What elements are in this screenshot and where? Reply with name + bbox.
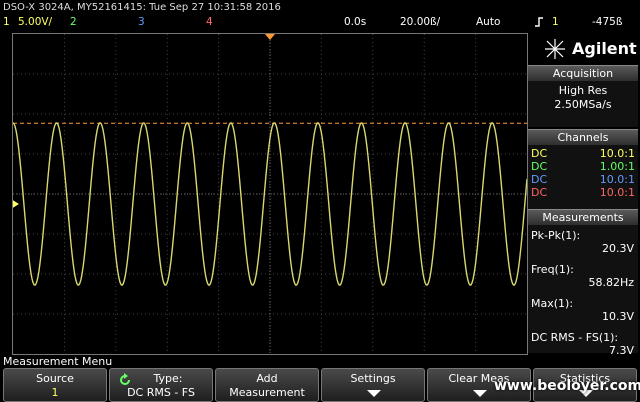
time-scale[interactable]: 20.00ß/ (400, 16, 440, 28)
measurement-label: Pk-Pk(1): (531, 229, 581, 242)
add-measurement-softkey[interactable]: Add Measurement (215, 368, 319, 402)
channel-coupling: DC (531, 186, 548, 199)
acquisition-mode: High Res (558, 84, 608, 97)
graticule (13, 34, 527, 354)
softkey-label-2: Measurement (229, 386, 305, 399)
softkey-label: Settings (350, 372, 396, 385)
trigger-level[interactable]: -475ß (592, 16, 622, 28)
channels-panel[interactable]: Channels DC 10.0:1 DC 1.00:1 DC 10.0:1 D… (528, 129, 638, 209)
type-softkey[interactable]: Type: DC RMS - FS (109, 368, 213, 402)
menu-title: Measurement Menu (3, 355, 113, 368)
brand-name: Agilent (572, 39, 637, 58)
measurement-value: 7.3V (608, 344, 634, 357)
ch2-number[interactable]: 2 (70, 16, 77, 28)
measurement-value: 58.82Hz (588, 276, 634, 289)
softkey-label: Type: (153, 372, 183, 385)
channel-coupling: DC (531, 173, 548, 186)
channel-probe: 10.0:1 (599, 147, 635, 160)
agilent-spark-icon (545, 39, 565, 59)
acquisition-heading: Acquisition (528, 65, 638, 81)
waveform-display[interactable] (12, 33, 528, 355)
measurement-value: 20.3V (601, 242, 634, 255)
measurements-heading: Measurements (528, 209, 638, 225)
rising-edge-icon (534, 16, 544, 31)
softkey-value: DC RMS - FS (127, 386, 195, 399)
measurement-label: Freq(1): (531, 263, 574, 276)
measurement-value: 10.3V (601, 310, 634, 323)
channel-probe: 10.0:1 (599, 186, 635, 199)
ch3-number[interactable]: 3 (138, 16, 145, 28)
ch4-number[interactable]: 4 (206, 16, 213, 28)
side-panel: Agilent Acquisition High Res 2.50MSa/s C… (528, 33, 638, 357)
channel-row-1: DC 10.0:1 (528, 147, 638, 160)
sample-rate: 2.50MSa/s (554, 98, 612, 111)
ch1-waveform (13, 121, 527, 287)
channel-row-3: DC 10.0:1 (528, 173, 638, 186)
channels-heading: Channels (528, 129, 638, 145)
measurement-label: DC RMS - FS(1): (531, 331, 619, 344)
settings-softkey[interactable]: Settings (321, 368, 425, 402)
time-position[interactable]: 0.0s (344, 16, 366, 28)
trigger-position-marker (265, 34, 275, 40)
brand-logo: Agilent (528, 33, 638, 63)
ch1-scale[interactable]: 5.00V/ (18, 16, 52, 28)
channel-coupling: DC (531, 160, 548, 173)
channel-row-4: DC 10.0:1 (528, 186, 638, 199)
channel-row-2: DC 1.00:1 (528, 160, 638, 173)
softkey-label: Source (36, 372, 74, 385)
softkey-label: Add (256, 372, 278, 385)
trigger-source[interactable]: 1 (552, 16, 559, 28)
acquisition-panel[interactable]: Acquisition High Res 2.50MSa/s (528, 65, 638, 127)
watermark: www.beoloyer.com (494, 378, 640, 394)
channel-probe: 1.00:1 (599, 160, 635, 173)
channel-probe: 10.0:1 (599, 173, 635, 186)
chevron-down-icon (367, 390, 381, 397)
measurements-panel[interactable]: Measurements Pk-Pk(1): 20.3V Freq(1): 58… (528, 209, 638, 357)
source-softkey[interactable]: Source 1 (3, 368, 107, 402)
chevron-down-icon (473, 390, 487, 397)
channel-coupling: DC (531, 147, 548, 160)
ch1-ground-marker (13, 200, 19, 208)
ch1-number[interactable]: 1 (3, 16, 10, 28)
window-title: DSO-X 3024A, MY52161415: Tue Sep 27 10:3… (3, 2, 281, 13)
status-bar: 1 5.00V/ 2 3 4 0.0s 20.00ß/ Auto 1 -475ß (0, 16, 640, 30)
softkey-value: 1 (51, 386, 59, 399)
measurement-label: Max(1): (531, 297, 574, 310)
trigger-mode[interactable]: Auto (476, 16, 500, 28)
